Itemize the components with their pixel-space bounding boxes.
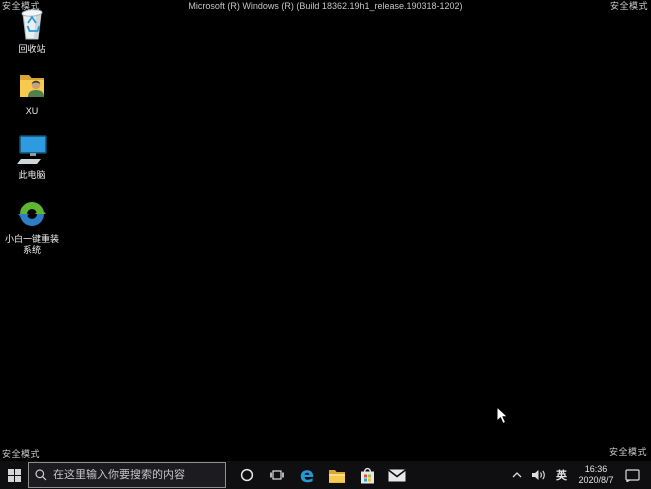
recycle-bin-icon — [14, 6, 50, 42]
desktop-icon-user-folder[interactable]: XU — [0, 68, 64, 117]
start-button[interactable] — [0, 461, 28, 489]
user-folder-icon — [14, 68, 50, 104]
store-button[interactable] — [352, 461, 382, 489]
mail-icon — [388, 468, 406, 481]
mail-button[interactable] — [382, 461, 412, 489]
clock-date: 2020/8/7 — [578, 475, 614, 485]
ime-indicator[interactable]: 英 — [553, 461, 570, 489]
windows-build-banner: Microsoft (R) Windows (R) (Build 18362.1… — [188, 1, 463, 11]
desktop-icon-label: 小白一键重装 — [4, 234, 59, 244]
taskbar: e — [0, 461, 651, 489]
edge-button[interactable]: e — [292, 461, 322, 489]
this-pc-icon — [14, 132, 50, 168]
task-view-button[interactable] — [262, 461, 292, 489]
xiaobai-reinstall-icon — [14, 196, 50, 232]
safe-mode-label-bottom-left: 安全模式 — [2, 449, 41, 459]
cortana-button[interactable] — [232, 461, 262, 489]
chevron-up-icon — [512, 472, 522, 478]
desktop-icon-label: XU — [25, 106, 39, 116]
safe-mode-label-bottom-right: 安全模式 — [608, 447, 647, 457]
clock-time: 16:36 — [584, 464, 608, 474]
desktop-icon-xiaobai-reinstall[interactable]: 小白一键重装 系统 — [0, 196, 64, 256]
taskbar-search-box[interactable] — [28, 462, 226, 488]
task-view-icon — [270, 470, 284, 480]
file-explorer-button[interactable] — [322, 461, 352, 489]
edge-icon: e — [299, 463, 315, 487]
system-tray: 英 16:36 2020/8/7 — [509, 461, 651, 489]
desktop-icon-recycle-bin[interactable]: 回收站 — [0, 6, 64, 55]
search-input[interactable] — [53, 469, 219, 481]
tray-overflow-button[interactable] — [509, 461, 525, 489]
file-explorer-icon — [329, 469, 345, 483]
windows-logo-icon — [7, 468, 21, 482]
mouse-cursor — [496, 405, 509, 430]
action-center-button[interactable] — [622, 461, 643, 489]
action-center-icon — [625, 468, 640, 482]
speaker-icon — [532, 470, 545, 480]
cortana-icon — [240, 468, 254, 482]
safe-mode-desktop: { "system": { "safe_mode": "安全模式", "buil… — [0, 0, 651, 489]
desktop-icon-label-line2: 系统 — [22, 245, 41, 255]
desktop-icon-label: 此电脑 — [18, 170, 46, 180]
search-icon — [35, 469, 47, 481]
volume-button[interactable] — [529, 461, 549, 489]
store-icon — [360, 467, 374, 483]
taskbar-clock[interactable]: 16:36 2020/8/7 — [574, 461, 618, 489]
desktop-icon-label: 回收站 — [18, 44, 46, 54]
desktop-icon-this-pc[interactable]: 此电脑 — [0, 132, 64, 181]
